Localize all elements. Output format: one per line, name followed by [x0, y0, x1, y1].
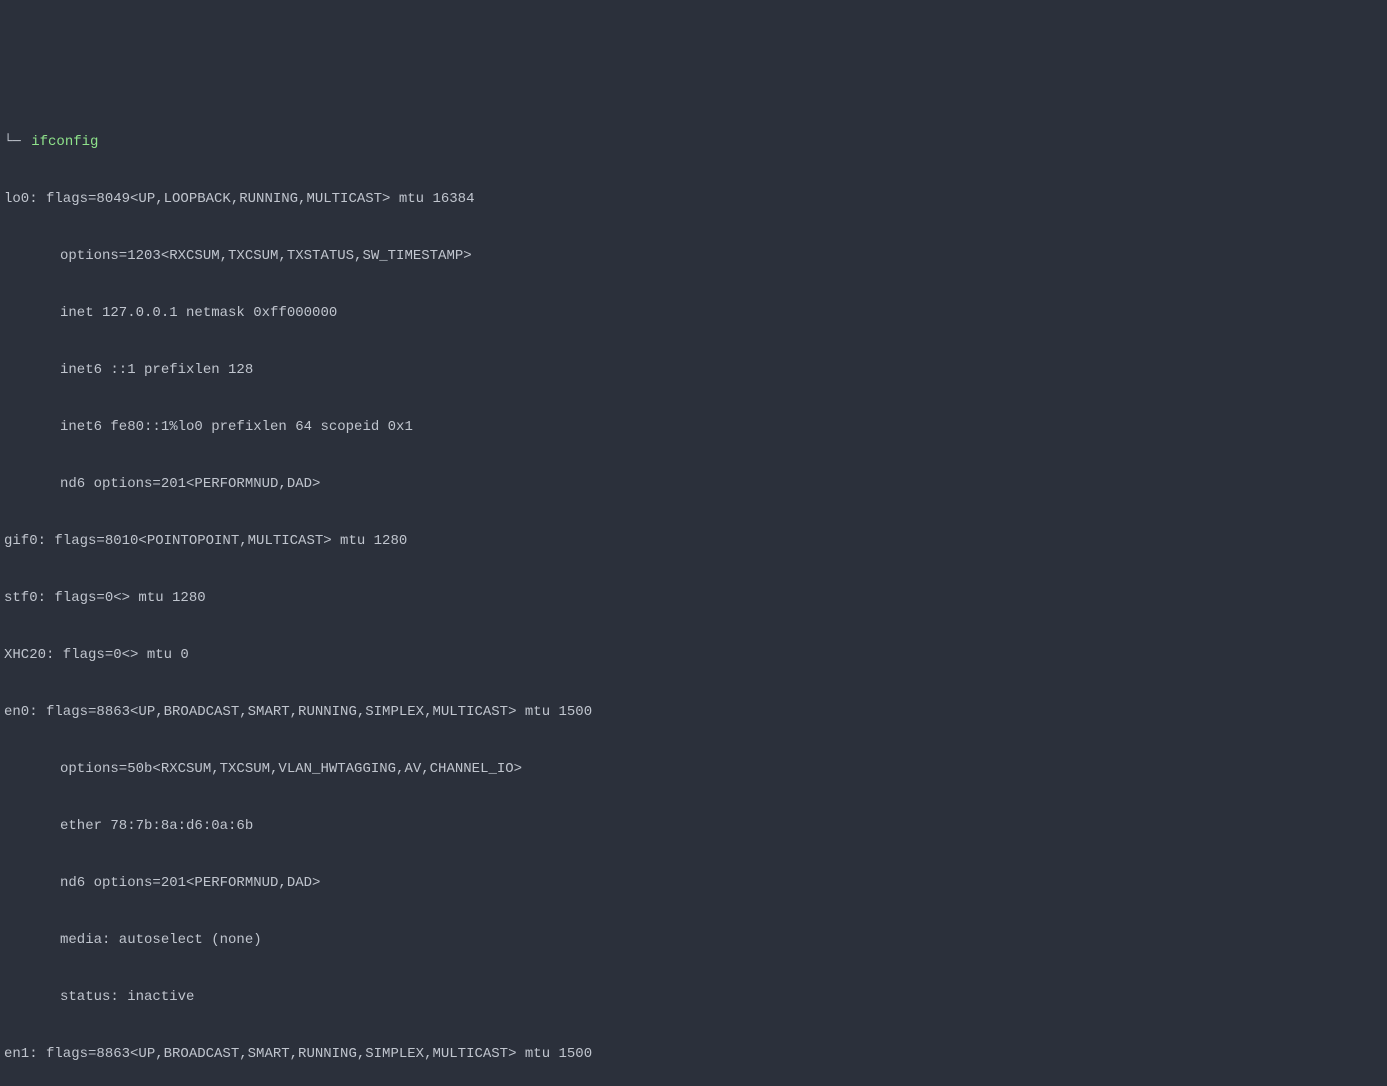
output-line: nd6 options=201<PERFORMNUD,DAD>: [4, 475, 1383, 494]
output-line: ether 78:7b:8a:d6:0a:6b: [4, 817, 1383, 836]
output-line: inet 127.0.0.1 netmask 0xff000000: [4, 304, 1383, 323]
command-text: ifconfig: [31, 133, 98, 152]
output-line: options=1203<RXCSUM,TXCSUM,TXSTATUS,SW_T…: [4, 247, 1383, 266]
output-line: inet6 ::1 prefixlen 128: [4, 361, 1383, 380]
terminal-output: └─ ifconfig lo0: flags=8049<UP,LOOPBACK,…: [0, 95, 1387, 1086]
output-line: lo0: flags=8049<UP,LOOPBACK,RUNNING,MULT…: [4, 190, 1383, 209]
output-line: status: inactive: [4, 988, 1383, 1007]
output-line: options=50b<RXCSUM,TXCSUM,VLAN_HWTAGGING…: [4, 760, 1383, 779]
output-line: XHC20: flags=0<> mtu 0: [4, 646, 1383, 665]
output-line: nd6 options=201<PERFORMNUD,DAD>: [4, 874, 1383, 893]
prompt-icon: └─: [4, 133, 21, 152]
prompt-line[interactable]: └─ ifconfig: [4, 133, 1383, 152]
output-line: en1: flags=8863<UP,BROADCAST,SMART,RUNNI…: [4, 1045, 1383, 1064]
output-line: inet6 fe80::1%lo0 prefixlen 64 scopeid 0…: [4, 418, 1383, 437]
output-line: en0: flags=8863<UP,BROADCAST,SMART,RUNNI…: [4, 703, 1383, 722]
output-line: media: autoselect (none): [4, 931, 1383, 950]
output-line: stf0: flags=0<> mtu 1280: [4, 589, 1383, 608]
spacer: [23, 133, 31, 152]
output-line: gif0: flags=8010<POINTOPOINT,MULTICAST> …: [4, 532, 1383, 551]
